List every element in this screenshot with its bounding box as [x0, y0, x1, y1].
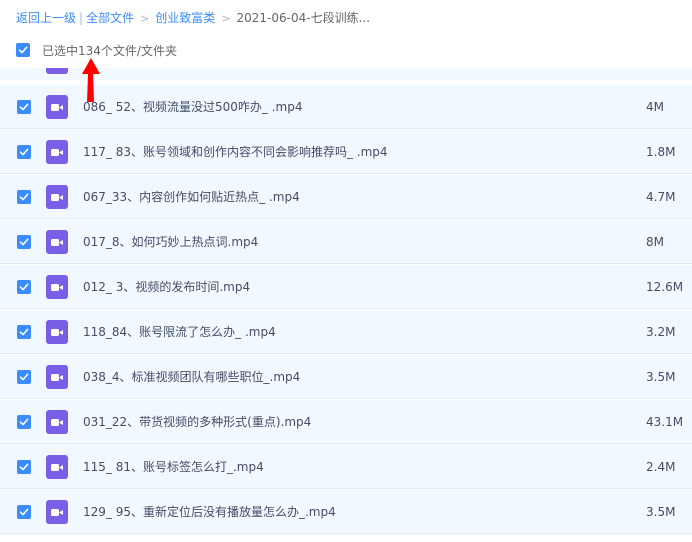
- file-size: 12.6M: [646, 280, 684, 294]
- row-checkbox[interactable]: [17, 415, 31, 429]
- row-checkbox[interactable]: [17, 100, 31, 114]
- file-name[interactable]: 115_ 81、账号标签怎么打_.mp4: [83, 458, 264, 476]
- check-icon: [19, 148, 29, 156]
- video-file-icon: [46, 365, 68, 389]
- video-file-icon: [46, 320, 68, 344]
- check-icon: [19, 103, 29, 111]
- file-name[interactable]: 067_33、内容创作如何贴近热点_ .mp4: [83, 188, 300, 206]
- file-size: 3.5M: [646, 370, 676, 384]
- row-checkbox[interactable]: [17, 235, 31, 249]
- back-link[interactable]: 返回上一级: [16, 11, 76, 25]
- video-file-icon: [46, 185, 68, 209]
- check-icon: [19, 238, 29, 246]
- video-file-icon: [46, 410, 68, 434]
- file-size: 2.4M: [646, 460, 676, 474]
- file-name[interactable]: 031_22、带货视频的多种形式(重点).mp4: [83, 413, 311, 431]
- check-icon: [18, 46, 28, 54]
- file-name[interactable]: 118_84、账号限流了怎么办_ .mp4: [83, 323, 276, 341]
- selection-count-text: 已选中134个文件/文件夹: [42, 43, 177, 58]
- file-size: 1.8M: [646, 145, 676, 159]
- file-row[interactable]: 129_ 95、重新定位后没有播放量怎么办_.mp4 3.5M: [0, 490, 692, 534]
- file-size: 4M: [646, 100, 664, 114]
- file-size: 4.7M: [646, 190, 676, 204]
- row-checkbox[interactable]: [17, 505, 31, 519]
- file-row[interactable]: 086_ 52、视频流量没过500咋办_ .mp4 4M: [0, 85, 692, 129]
- row-checkbox[interactable]: [17, 280, 31, 294]
- file-row[interactable]: 038_4、标准视频团队有哪些职位_.mp4 3.5M: [0, 355, 692, 399]
- video-file-icon: [46, 455, 68, 479]
- row-checkbox[interactable]: [17, 460, 31, 474]
- breadcrumb: 返回上一级 | 全部文件 > 创业致富类 >2021-06-04-七段训练...: [16, 10, 370, 27]
- file-name[interactable]: 017_8、如何巧妙上热点词.mp4: [83, 233, 258, 251]
- check-icon: [19, 328, 29, 336]
- folder-link[interactable]: 创业致富类: [155, 11, 215, 25]
- file-name[interactable]: 129_ 95、重新定位后没有播放量怎么办_.mp4: [83, 503, 336, 521]
- video-file-icon: [46, 140, 68, 164]
- video-file-icon: [46, 230, 68, 254]
- file-name[interactable]: 117_ 83、账号领域和创作内容不同会影响推荐吗_ .mp4: [83, 143, 388, 161]
- file-row[interactable]: 017_8、如何巧妙上热点词.mp4 8M: [0, 220, 692, 264]
- row-checkbox[interactable]: [17, 325, 31, 339]
- header: 返回上一级 | 全部文件 > 创业致富类 >2021-06-04-七段训练... 已选中1…: [0, 0, 692, 68]
- breadcrumb-separator: >: [140, 12, 150, 25]
- check-icon: [19, 373, 29, 381]
- row-checkbox[interactable]: [17, 370, 31, 384]
- selection-bar: 已选中134个文件/文件夹: [16, 42, 177, 58]
- check-icon: [19, 418, 29, 426]
- file-row[interactable]: 118_84、账号限流了怎么办_ .mp4 3.2M: [0, 310, 692, 354]
- select-all-checkbox[interactable]: [16, 43, 30, 57]
- check-icon: [19, 283, 29, 291]
- check-icon: [19, 463, 29, 471]
- breadcrumb-divider: |: [79, 11, 84, 25]
- row-checkbox[interactable]: [17, 145, 31, 159]
- check-icon: [19, 508, 29, 516]
- video-file-icon: [46, 500, 68, 524]
- file-row[interactable]: 012_ 3、视频的发布时间.mp4 12.6M: [0, 265, 692, 309]
- breadcrumb-separator: >: [221, 12, 231, 25]
- file-row[interactable]: 067_33、内容创作如何贴近热点_ .mp4 4.7M: [0, 175, 692, 219]
- file-name[interactable]: 086_ 52、视频流量没过500咋办_ .mp4: [83, 98, 302, 116]
- file-row[interactable]: 117_ 83、账号领域和创作内容不同会影响推荐吗_ .mp4 1.8M: [0, 130, 692, 174]
- check-icon: [19, 193, 29, 201]
- file-size: 3.5M: [646, 505, 676, 519]
- file-size: 43.1M: [646, 415, 684, 429]
- file-size: 3.2M: [646, 325, 676, 339]
- video-file-icon: [46, 275, 68, 299]
- video-icon: [46, 68, 68, 74]
- file-row[interactable]: 115_ 81、账号标签怎么打_.mp4 2.4M: [0, 445, 692, 489]
- current-folder: 2021-06-04-七段训练...: [236, 11, 371, 25]
- file-size: 8M: [646, 235, 664, 249]
- file-name[interactable]: 012_ 3、视频的发布时间.mp4: [83, 278, 250, 296]
- all-files-link[interactable]: 全部文件: [86, 11, 134, 25]
- file-name[interactable]: 038_4、标准视频团队有哪些职位_.mp4: [83, 368, 300, 386]
- file-row[interactable]: 031_22、带货视频的多种形式(重点).mp4 43.1M: [0, 400, 692, 444]
- row-checkbox[interactable]: [17, 190, 31, 204]
- video-file-icon: [46, 95, 68, 119]
